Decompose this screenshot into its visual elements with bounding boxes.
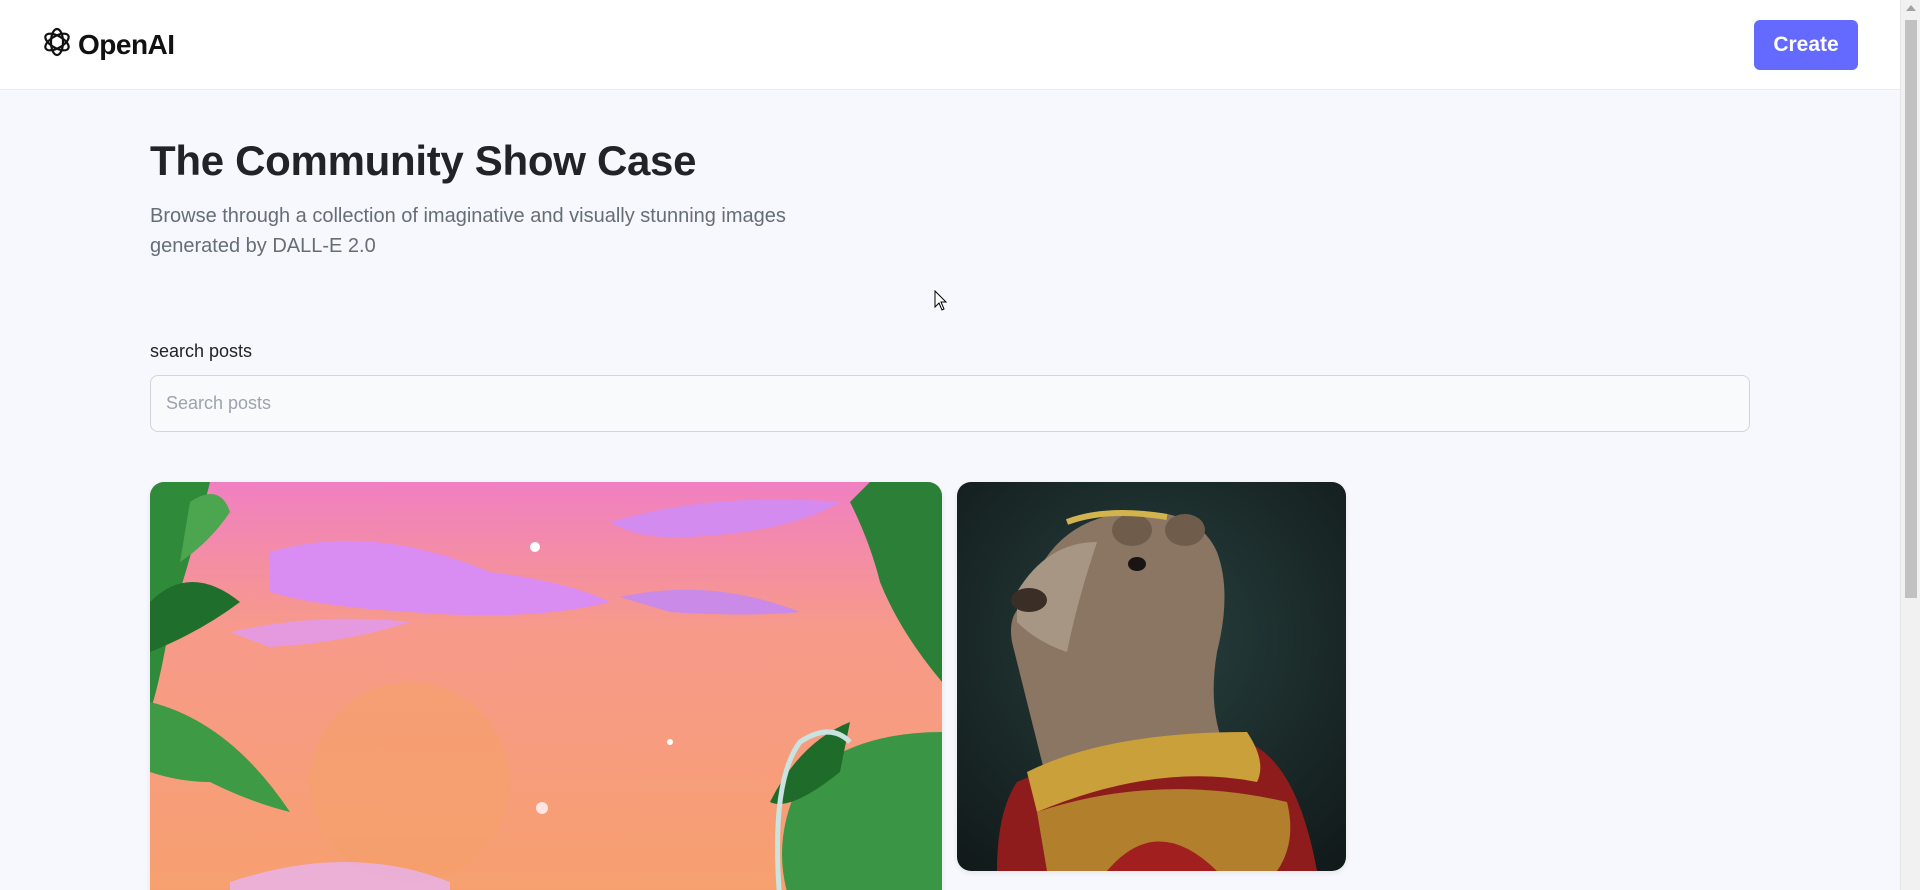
scroll-up-arrow-icon[interactable] [1906,5,1916,11]
openai-logo-icon [40,25,74,64]
logo-text: OpenAI [78,28,175,60]
post-image-tropical [150,482,942,890]
post-image-capybara [957,482,1346,871]
top-header: OpenAI Create [0,0,1900,90]
post-card-capybara[interactable] [957,482,1346,871]
mouse-cursor-icon [934,289,948,317]
page-subtitle: Browse through a collection of imaginati… [150,205,786,257]
vertical-scrollbar[interactable] [1900,0,1920,890]
page-title: The Community Show Case [150,137,697,184]
main-content: The Community Show Case Browse through a… [150,90,1750,890]
openai-logo[interactable]: OpenAI [40,25,175,64]
create-button[interactable]: Create [1754,19,1858,70]
search-input[interactable] [150,375,1750,432]
scrollbar-thumb[interactable] [1905,20,1917,598]
search-label: search posts [150,341,253,361]
post-card-tropical[interactable] [150,482,942,890]
